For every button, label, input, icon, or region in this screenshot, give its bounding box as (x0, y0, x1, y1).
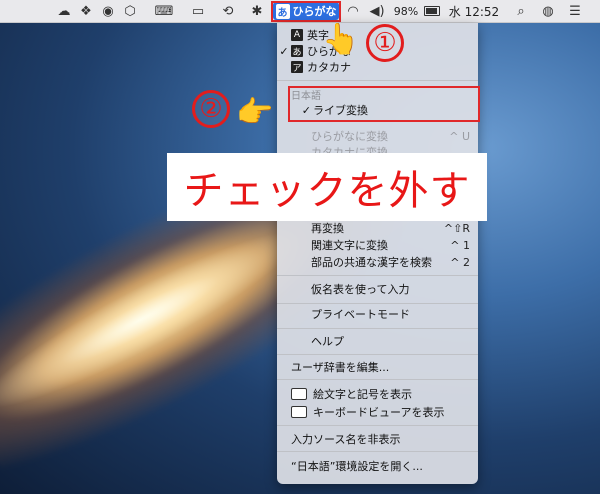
shortcut: ^ U (449, 129, 470, 143)
menu-item-katakana[interactable]: ア カタカナ (277, 59, 478, 75)
menu-item-related-chars[interactable]: 関連文字に変換 ^ 1 (277, 237, 478, 253)
menu-item-radical-search[interactable]: 部品の共通な漢字を検索 ^ 2 (277, 254, 478, 270)
battery-icon[interactable] (423, 0, 441, 22)
menu-item-convert-hiragana: ひらがなに変換 ^ U (277, 128, 478, 144)
vpn-icon[interactable]: ⬡ (122, 0, 138, 22)
menu-item-label: “日本語”環境設定を開く... (291, 460, 423, 473)
menu-item-edit-dictionary[interactable]: ユーザ辞書を編集... (277, 359, 478, 375)
menu-item-label: 部品の共通な漢字を検索 (311, 256, 432, 269)
menu-item-label: ユーザ辞書を編集... (291, 361, 390, 374)
menu-item-help[interactable]: ヘルプ (277, 333, 478, 349)
menu-item-keyboard-viewer[interactable]: キーボードビューアを表示 (277, 404, 478, 420)
creative-cloud-icon[interactable]: ☁ (56, 0, 72, 22)
menu-item-label: カタカナ (307, 61, 351, 74)
shortcut: ^⇧R (443, 221, 470, 235)
menu-item-open-preferences[interactable]: “日本語”環境設定を開く... (277, 458, 478, 474)
separator (277, 354, 478, 355)
letter-a-icon: A (291, 29, 303, 41)
highlight-input-source (271, 1, 341, 22)
menu-item-kana-table[interactable]: 仮名表を使って入力 (277, 281, 478, 297)
separator (277, 379, 478, 380)
checkmark-icon: ✓ (279, 44, 289, 58)
step-1-badge: ① (366, 24, 404, 62)
time-machine-icon[interactable]: ⟲ (220, 0, 236, 22)
notification-center-icon[interactable]: ☰ (567, 0, 583, 22)
wifi-icon[interactable]: ◠ (344, 0, 362, 22)
pointing-hand-up-icon: 👆 (322, 22, 360, 57)
menu-item-private-mode[interactable]: プライベートモード (277, 306, 478, 322)
clock[interactable]: 水 12:52 (448, 0, 500, 22)
highlight-live-conversion (288, 86, 480, 122)
separator (277, 451, 478, 452)
bluetooth-icon[interactable]: ✱ (250, 0, 264, 22)
menu-item-label: ヘルプ (311, 335, 344, 348)
menu-item-show-emoji[interactable]: 絵文字と記号を表示 (277, 386, 478, 402)
separator (277, 80, 478, 81)
sync-icon[interactable]: ◉ (100, 0, 116, 22)
menu-item-hide-input-source[interactable]: 入力ソース名を非表示 (277, 431, 478, 447)
keyboard-viewer-icon (291, 406, 307, 418)
menu-item-label: 再変換 (311, 222, 344, 235)
instruction-banner: チェックを外す (167, 153, 487, 221)
menu-item-label: 絵文字と記号を表示 (313, 388, 412, 401)
separator (277, 328, 478, 329)
hiragana-a-icon: あ (291, 45, 303, 58)
pointing-hand-right-icon: 👉 (236, 95, 274, 130)
separator (277, 425, 478, 426)
siri-icon[interactable]: ◍ (540, 0, 556, 22)
shortcut: ^ 2 (450, 255, 470, 269)
step-2-badge: ② (192, 90, 230, 128)
keyboard-icon[interactable]: ⌨ (155, 0, 174, 22)
battery-percent: 98% (393, 4, 419, 18)
menu-item-label: ひらがなに変換 (311, 130, 388, 143)
spotlight-search-icon[interactable]: ⌕ (513, 0, 529, 22)
menu-item-label: キーボードビューアを表示 (313, 406, 445, 419)
menu-item-label: 入力ソース名を非表示 (291, 433, 401, 446)
dropbox-icon[interactable]: ❖ (78, 0, 94, 22)
separator (277, 303, 478, 304)
menu-item-label: プライベートモード (311, 308, 410, 321)
airplay-icon[interactable]: ▭ (190, 0, 206, 22)
separator (277, 275, 478, 276)
volume-icon[interactable]: ◀) (368, 0, 386, 22)
menu-item-label: 関連文字に変換 (311, 239, 388, 252)
menu-item-label: 仮名表を使って入力 (311, 283, 410, 296)
katakana-a-icon: ア (291, 61, 303, 74)
menu-item-reconvert[interactable]: 再変換 ^⇧R (277, 220, 478, 236)
emoji-viewer-icon (291, 388, 307, 400)
shortcut: ^ 1 (450, 238, 470, 252)
